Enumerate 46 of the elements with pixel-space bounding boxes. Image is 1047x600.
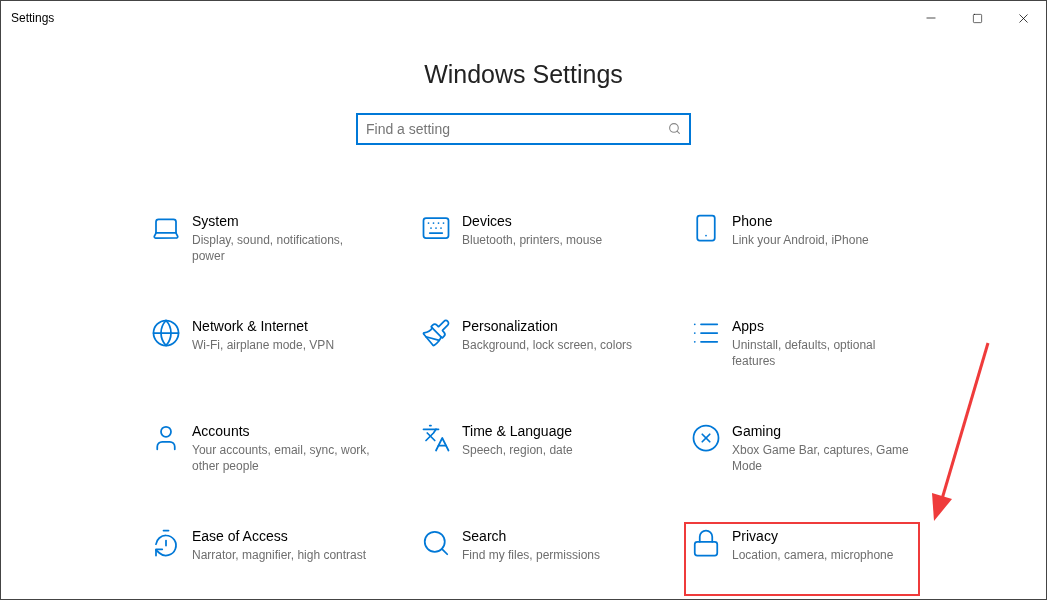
settings-category[interactable]: Privacy Location, camera, microphone	[684, 521, 920, 596]
category-description: Display, sound, notifications, power	[192, 231, 345, 264]
language-icon	[421, 422, 451, 453]
settings-category[interactable]: System Display, sound, notifications, power	[144, 206, 380, 281]
settings-category[interactable]: Accounts Your accounts, email, sync, work, other people	[144, 416, 380, 491]
category-title: Ease of Access	[192, 526, 289, 545]
category-title: Accounts	[192, 421, 251, 440]
category-description: Find my files, permissions	[462, 546, 602, 563]
category-description: Speech, region, date	[462, 441, 574, 458]
settings-category[interactable]: Ease of Access Narrator, magnifier, high contrast	[144, 521, 380, 596]
settings-category[interactable]: Search Find my files, permissions	[414, 521, 650, 596]
category-title: Network & Internet	[192, 316, 309, 335]
page-heading: Windows Settings	[424, 59, 623, 90]
category-title: Privacy	[732, 526, 779, 545]
globe-icon	[151, 317, 181, 348]
paintbrush-icon	[421, 317, 451, 348]
settings-category[interactable]: Personalization Background, lock screen, colors	[414, 311, 650, 386]
category-description: Uninstall, defaults, optional features	[732, 336, 877, 369]
settings-category[interactable]: Apps Uninstall, defaults, optional features	[684, 311, 920, 386]
settings-category[interactable]: Network & Internet Wi-Fi, airplane mode, VPN	[144, 311, 380, 386]
category-title: Devices	[462, 211, 513, 230]
settings-category[interactable]: Gaming Xbox Game Bar, captures, Game Mode	[684, 416, 920, 491]
circle-x-icon	[691, 422, 721, 453]
maximize-icon	[971, 12, 983, 24]
category-description: Link your Android, iPhone	[732, 231, 870, 248]
category-title: Gaming	[732, 421, 783, 440]
window-title: Settings	[10, 10, 55, 26]
category-description: Wi-Fi, airplane mode, VPN	[192, 336, 336, 353]
category-description: Xbox Game Bar, captures, Game Mode	[732, 441, 910, 474]
category-title: Personalization	[462, 316, 559, 335]
settings-category[interactable]: Time & Language Speech, region, date	[414, 416, 650, 491]
category-title: Apps	[732, 316, 765, 335]
settings-category[interactable]: Devices Bluetooth, printers, mouse	[414, 206, 650, 281]
category-title: Search	[462, 526, 508, 545]
category-description: Location, camera, microphone	[732, 546, 895, 563]
category-description: Background, lock screen, colors	[462, 336, 634, 353]
category-description: Bluetooth, printers, mouse	[462, 231, 604, 248]
lock-icon	[691, 527, 721, 558]
settings-category[interactable]: Phone Link your Android, iPhone	[684, 206, 920, 281]
category-title: System	[192, 211, 240, 230]
category-title: Phone	[732, 211, 774, 230]
category-description: Your accounts, email, sync, work, other people	[192, 441, 370, 474]
category-title: Time & Language	[462, 421, 573, 440]
category-description: Narrator, magnifier, high contrast	[192, 546, 368, 563]
search-field[interactable]: Find a setting	[356, 112, 691, 145]
search-icon	[668, 121, 681, 135]
